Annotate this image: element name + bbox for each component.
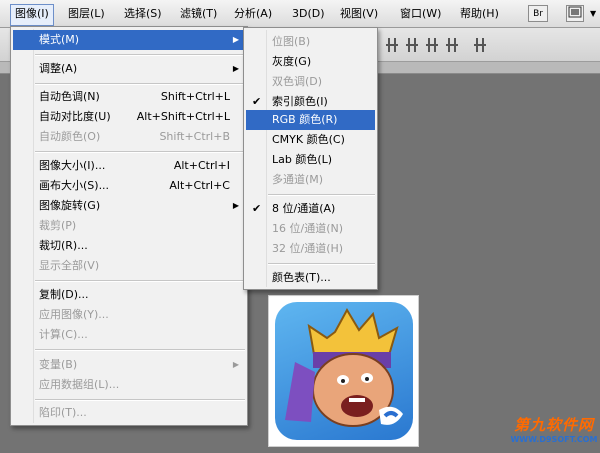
menu-3d[interactable]: 3D(D) bbox=[288, 4, 329, 24]
menu-item-shortcut: Alt+Shift+Ctrl+L bbox=[136, 110, 230, 123]
menu-item-label: 裁剪(P) bbox=[39, 219, 77, 232]
menu-item-label: 自动色调(N) bbox=[39, 90, 100, 103]
menu-help[interactable]: 帮助(H) bbox=[456, 4, 503, 24]
menu-item-adjust[interactable]: 调整(A) ▶ bbox=[13, 59, 245, 79]
menu-item-apply-image: 应用图像(Y)... bbox=[13, 305, 245, 325]
menu-item-label: 画布大小(S)... bbox=[39, 179, 110, 192]
menu-item-label: Lab 颜色(L) bbox=[272, 153, 333, 166]
screen-mode-icon[interactable] bbox=[566, 5, 584, 22]
menu-item-label: 16 位/通道(N) bbox=[272, 222, 344, 235]
chevron-down-icon[interactable]: ▼ bbox=[590, 9, 596, 18]
menu-item-label: 自动颜色(O) bbox=[39, 130, 101, 143]
menu-item-label: 应用图像(Y)... bbox=[39, 308, 109, 321]
menu-item-shortcut: Alt+Ctrl+C bbox=[169, 179, 230, 192]
menu-item-label: 图像大小(I)... bbox=[39, 159, 106, 172]
menu-item-duplicate[interactable]: 复制(D)... bbox=[13, 285, 245, 305]
menu-item-label: 陷印(T)... bbox=[39, 406, 87, 419]
menu-item-variables: 变量(B) ▶ bbox=[13, 355, 245, 375]
checkmark-icon: ✔ bbox=[252, 95, 262, 108]
submenu-item-multichannel: 多通道(M) bbox=[246, 170, 375, 190]
submenu-item-lab-color[interactable]: Lab 颜色(L) bbox=[246, 150, 375, 170]
menu-item-label: 显示全部(V) bbox=[39, 259, 100, 272]
menu-item-trim[interactable]: 裁切(R)... bbox=[13, 236, 245, 256]
submenu-item-indexed-color[interactable]: ✔ 索引颜色(I) bbox=[246, 92, 375, 112]
menu-item-image-rotation[interactable]: 图像旋转(G) ▶ bbox=[13, 196, 245, 216]
menu-item-label: 索引颜色(I) bbox=[272, 95, 328, 108]
menu-item-shortcut: Shift+Ctrl+B bbox=[159, 130, 230, 143]
watermark: 第九软件网 WWW.D9SOFT.COM bbox=[510, 414, 598, 444]
menu-item-auto-tone[interactable]: 自动色调(N) Shift+Ctrl+L bbox=[13, 87, 245, 107]
menu-item-crop: 裁剪(P) bbox=[13, 216, 245, 236]
menu-item-label: 图像旋转(G) bbox=[39, 199, 101, 212]
menu-select[interactable]: 选择(S) bbox=[120, 4, 166, 24]
menu-item-label: 复制(D)... bbox=[39, 288, 89, 301]
menu-filter[interactable]: 滤镜(T) bbox=[176, 4, 221, 24]
menu-separator bbox=[268, 194, 375, 196]
menu-item-shortcut: Shift+Ctrl+L bbox=[160, 90, 230, 103]
menu-item-label: 双色调(D) bbox=[272, 75, 323, 88]
menu-item-label: 多通道(M) bbox=[272, 173, 324, 186]
menu-item-image-size[interactable]: 图像大小(I)... Alt+Ctrl+I bbox=[13, 156, 245, 176]
menu-separator bbox=[35, 349, 245, 351]
game-icon-image bbox=[275, 302, 413, 440]
document-image bbox=[268, 295, 419, 447]
menu-item-label: 变量(B) bbox=[39, 358, 78, 371]
menu-item-mode[interactable]: 模式(M) ▶ bbox=[13, 30, 245, 50]
menu-item-trap: 陷印(T)... bbox=[13, 403, 245, 423]
menu-analysis[interactable]: 分析(A) bbox=[230, 4, 276, 24]
submenu-arrow-icon: ▶ bbox=[232, 201, 239, 210]
menu-item-reveal-all: 显示全部(V) bbox=[13, 256, 245, 276]
menu-item-label: 灰度(G) bbox=[272, 55, 312, 68]
menu-item-label: 裁切(R)... bbox=[39, 239, 88, 252]
menu-item-label: 自动对比度(U) bbox=[39, 110, 111, 123]
menu-item-label: CMYK 颜色(C) bbox=[272, 133, 345, 146]
menu-item-auto-contrast[interactable]: 自动对比度(U) Alt+Shift+Ctrl+L bbox=[13, 107, 245, 127]
menu-separator bbox=[35, 151, 245, 153]
menu-item-shortcut: Alt+Ctrl+I bbox=[173, 159, 230, 172]
menu-item-label: 颜色表(T)... bbox=[272, 271, 331, 284]
submenu-item-duotone: 双色调(D) bbox=[246, 72, 375, 92]
menu-separator bbox=[35, 399, 245, 401]
watermark-title: 第九软件网 bbox=[513, 416, 594, 434]
submenu-item-grayscale[interactable]: 灰度(G) bbox=[246, 52, 375, 72]
submenu-item-color-table[interactable]: 颜色表(T)... bbox=[246, 268, 375, 288]
bridge-button[interactable]: Br bbox=[528, 5, 548, 22]
menu-item-label: 调整(A) bbox=[39, 62, 78, 75]
submenu-item-16-bit: 16 位/通道(N) bbox=[246, 219, 375, 239]
menu-item-label: 应用数据组(L)... bbox=[39, 378, 120, 391]
checkmark-icon: ✔ bbox=[252, 202, 262, 215]
menu-item-canvas-size[interactable]: 画布大小(S)... Alt+Ctrl+C bbox=[13, 176, 245, 196]
submenu-item-8-bit[interactable]: ✔ 8 位/通道(A) bbox=[246, 199, 375, 219]
menu-window[interactable]: 窗口(W) bbox=[396, 4, 445, 24]
menu-bar: 图像(I) 图层(L) 选择(S) 滤镜(T) 分析(A) 3D(D) 视图(V… bbox=[0, 0, 600, 28]
menu-layer[interactable]: 图层(L) bbox=[64, 4, 109, 24]
menu-item-auto-color: 自动颜色(O) Shift+Ctrl+B bbox=[13, 127, 245, 147]
menu-item-label: 32 位/通道(H) bbox=[272, 242, 344, 255]
mode-submenu: 位图(B) 灰度(G) 双色调(D) ✔ 索引颜色(I) RGB 颜色(R) CM… bbox=[243, 27, 378, 290]
menu-separator bbox=[35, 83, 245, 85]
menu-image[interactable]: 图像(I) bbox=[10, 4, 54, 26]
image-menu: 模式(M) ▶ 调整(A) ▶ 自动色调(N) Shift+Ctrl+L 自动对比度(… bbox=[10, 26, 248, 426]
menu-separator bbox=[268, 263, 375, 265]
submenu-arrow-icon: ▶ bbox=[232, 35, 239, 44]
menu-separator bbox=[35, 280, 245, 282]
menu-item-label: RGB 颜色(R) bbox=[272, 113, 338, 126]
menu-item-label: 模式(M) bbox=[39, 33, 80, 46]
submenu-item-cmyk-color[interactable]: CMYK 颜色(C) bbox=[246, 130, 375, 150]
submenu-arrow-icon: ▶ bbox=[232, 64, 239, 73]
menu-separator bbox=[35, 54, 245, 56]
submenu-item-bitmap: 位图(B) bbox=[246, 32, 375, 52]
menu-view[interactable]: 视图(V) bbox=[336, 4, 382, 24]
menu-item-calculations: 计算(C)... bbox=[13, 325, 245, 345]
menu-item-label: 位图(B) bbox=[272, 35, 311, 48]
align-icons[interactable] bbox=[386, 38, 516, 54]
submenu-item-rgb-color[interactable]: RGB 颜色(R) bbox=[246, 110, 375, 130]
menu-item-apply-data-set: 应用数据组(L)... bbox=[13, 375, 245, 395]
submenu-arrow-icon: ▶ bbox=[232, 360, 239, 369]
submenu-item-32-bit: 32 位/通道(H) bbox=[246, 239, 375, 259]
menu-item-label: 计算(C)... bbox=[39, 328, 88, 341]
menu-item-label: 8 位/通道(A) bbox=[272, 202, 336, 215]
watermark-url: WWW.D9SOFT.COM bbox=[510, 435, 598, 444]
